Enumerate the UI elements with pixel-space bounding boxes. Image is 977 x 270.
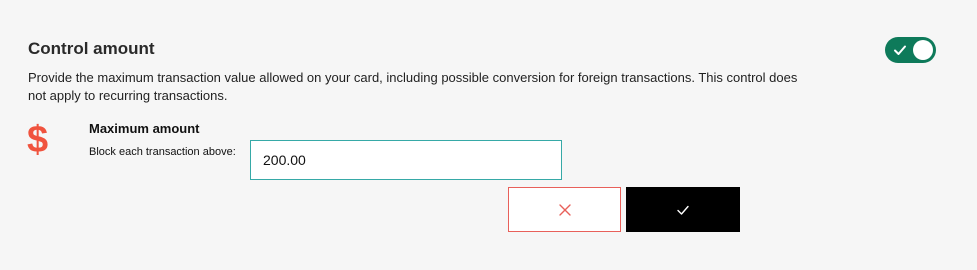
control-amount-toggle[interactable] [885,37,936,63]
close-icon [558,203,571,216]
dollar-icon: $ [27,119,49,161]
cancel-button[interactable] [508,187,621,232]
description-text: Provide the maximum transaction value al… [28,70,798,103]
check-icon [677,205,689,215]
section-title: Control amount [28,39,155,58]
field-label: Block each transaction above: [89,146,236,158]
field-title: Maximum amount [89,121,200,136]
amount-input[interactable] [250,140,562,180]
toggle-knob [913,40,933,60]
confirm-button[interactable] [626,187,740,232]
check-icon [894,45,906,55]
